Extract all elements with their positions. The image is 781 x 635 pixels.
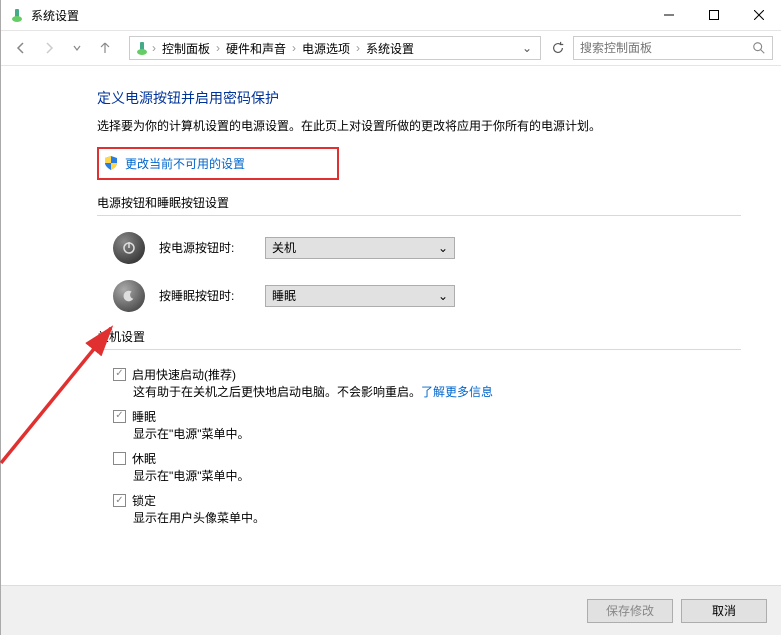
lock-item: 锁定 显示在用户头像菜单中。 [97, 492, 741, 528]
lock-desc: 显示在用户头像菜单中。 [113, 509, 741, 528]
search-icon [752, 41, 766, 55]
admin-link-container: 更改当前不可用的设置 [97, 147, 339, 180]
divider [97, 349, 741, 350]
sleep-item: 睡眠 显示在"电源"菜单中。 [97, 408, 741, 444]
back-button[interactable] [9, 36, 33, 60]
chevron-down-icon: ⌄ [438, 289, 448, 303]
lock-checkbox[interactable] [113, 494, 126, 507]
minimize-button[interactable] [646, 0, 691, 30]
section-title-shutdown: 关机设置 [97, 328, 741, 345]
chevron-right-icon: › [356, 41, 360, 55]
power-button-select[interactable]: 关机 ⌄ [265, 237, 455, 259]
hibernate-checkbox[interactable] [113, 452, 126, 465]
footer-bar: 保存修改 取消 [1, 585, 781, 635]
sleep-desc: 显示在"电源"菜单中。 [113, 425, 741, 444]
fast-startup-checkbox[interactable] [113, 368, 126, 381]
select-value: 睡眠 [272, 287, 296, 304]
page-heading: 定义电源按钮并启用密码保护 [97, 88, 741, 108]
save-button[interactable]: 保存修改 [587, 599, 673, 623]
select-value: 关机 [272, 239, 296, 256]
fast-startup-label: 启用快速启动(推荐) [132, 366, 236, 383]
content-area: 定义电源按钮并启用密码保护 选择要为你的计算机设置的电源设置。在此页上对设置所做… [1, 66, 781, 585]
power-options-icon [134, 40, 150, 56]
close-button[interactable] [736, 0, 781, 30]
cancel-button[interactable]: 取消 [681, 599, 767, 623]
chevron-right-icon: › [216, 41, 220, 55]
forward-button[interactable] [37, 36, 61, 60]
chevron-down-icon: ⌄ [438, 241, 448, 255]
section-title-buttons: 电源按钮和睡眠按钮设置 [97, 194, 741, 211]
sleep-label: 睡眠 [132, 408, 156, 425]
refresh-button[interactable] [547, 37, 569, 59]
search-input[interactable] [580, 41, 752, 55]
window-title: 系统设置 [31, 7, 646, 24]
breadcrumb-item[interactable]: 硬件和声音 [222, 40, 290, 57]
power-button-row: 按电源按钮时: 关机 ⌄ [97, 232, 741, 264]
breadcrumb-item[interactable]: 系统设置 [362, 40, 418, 57]
chevron-down-icon[interactable]: ⌄ [522, 41, 536, 55]
lock-label: 锁定 [132, 492, 156, 509]
breadcrumb-item[interactable]: 电源选项 [298, 40, 354, 57]
page-subtext: 选择要为你的计算机设置的电源设置。在此页上对设置所做的更改将应用于你所有的电源计… [97, 118, 741, 135]
chevron-right-icon: › [152, 41, 156, 55]
fast-startup-item: 启用快速启动(推荐) 这有助于在关机之后更快地启动电脑。不会影响重启。了解更多信… [97, 366, 741, 402]
shield-icon [103, 155, 119, 171]
recent-button[interactable] [65, 36, 89, 60]
hibernate-desc: 显示在"电源"菜单中。 [113, 467, 741, 486]
sleep-button-select[interactable]: 睡眠 ⌄ [265, 285, 455, 307]
app-icon [9, 7, 25, 23]
power-icon [113, 232, 145, 264]
breadcrumb-bar[interactable]: › 控制面板 › 硬件和声音 › 电源选项 › 系统设置 ⌄ [129, 36, 541, 60]
chevron-right-icon: › [292, 41, 296, 55]
search-box[interactable] [573, 36, 773, 60]
power-button-label: 按电源按钮时: [159, 239, 251, 256]
change-unavailable-settings-link[interactable]: 更改当前不可用的设置 [125, 155, 245, 172]
hibernate-label: 休眠 [132, 450, 156, 467]
sleep-checkbox[interactable] [113, 410, 126, 423]
hibernate-item: 休眠 显示在"电源"菜单中。 [97, 450, 741, 486]
nav-bar: › 控制面板 › 硬件和声音 › 电源选项 › 系统设置 ⌄ [1, 30, 781, 66]
breadcrumb-item[interactable]: 控制面板 [158, 40, 214, 57]
fast-startup-desc: 这有助于在关机之后更快地启动电脑。不会影响重启。了解更多信息 [113, 383, 741, 402]
maximize-button[interactable] [691, 0, 736, 30]
title-bar: 系统设置 [1, 0, 781, 30]
up-button[interactable] [93, 36, 117, 60]
sleep-button-label: 按睡眠按钮时: [159, 287, 251, 304]
divider [97, 215, 741, 216]
sleep-button-row: 按睡眠按钮时: 睡眠 ⌄ [97, 280, 741, 312]
learn-more-link[interactable]: 了解更多信息 [421, 385, 493, 399]
sleep-icon [113, 280, 145, 312]
